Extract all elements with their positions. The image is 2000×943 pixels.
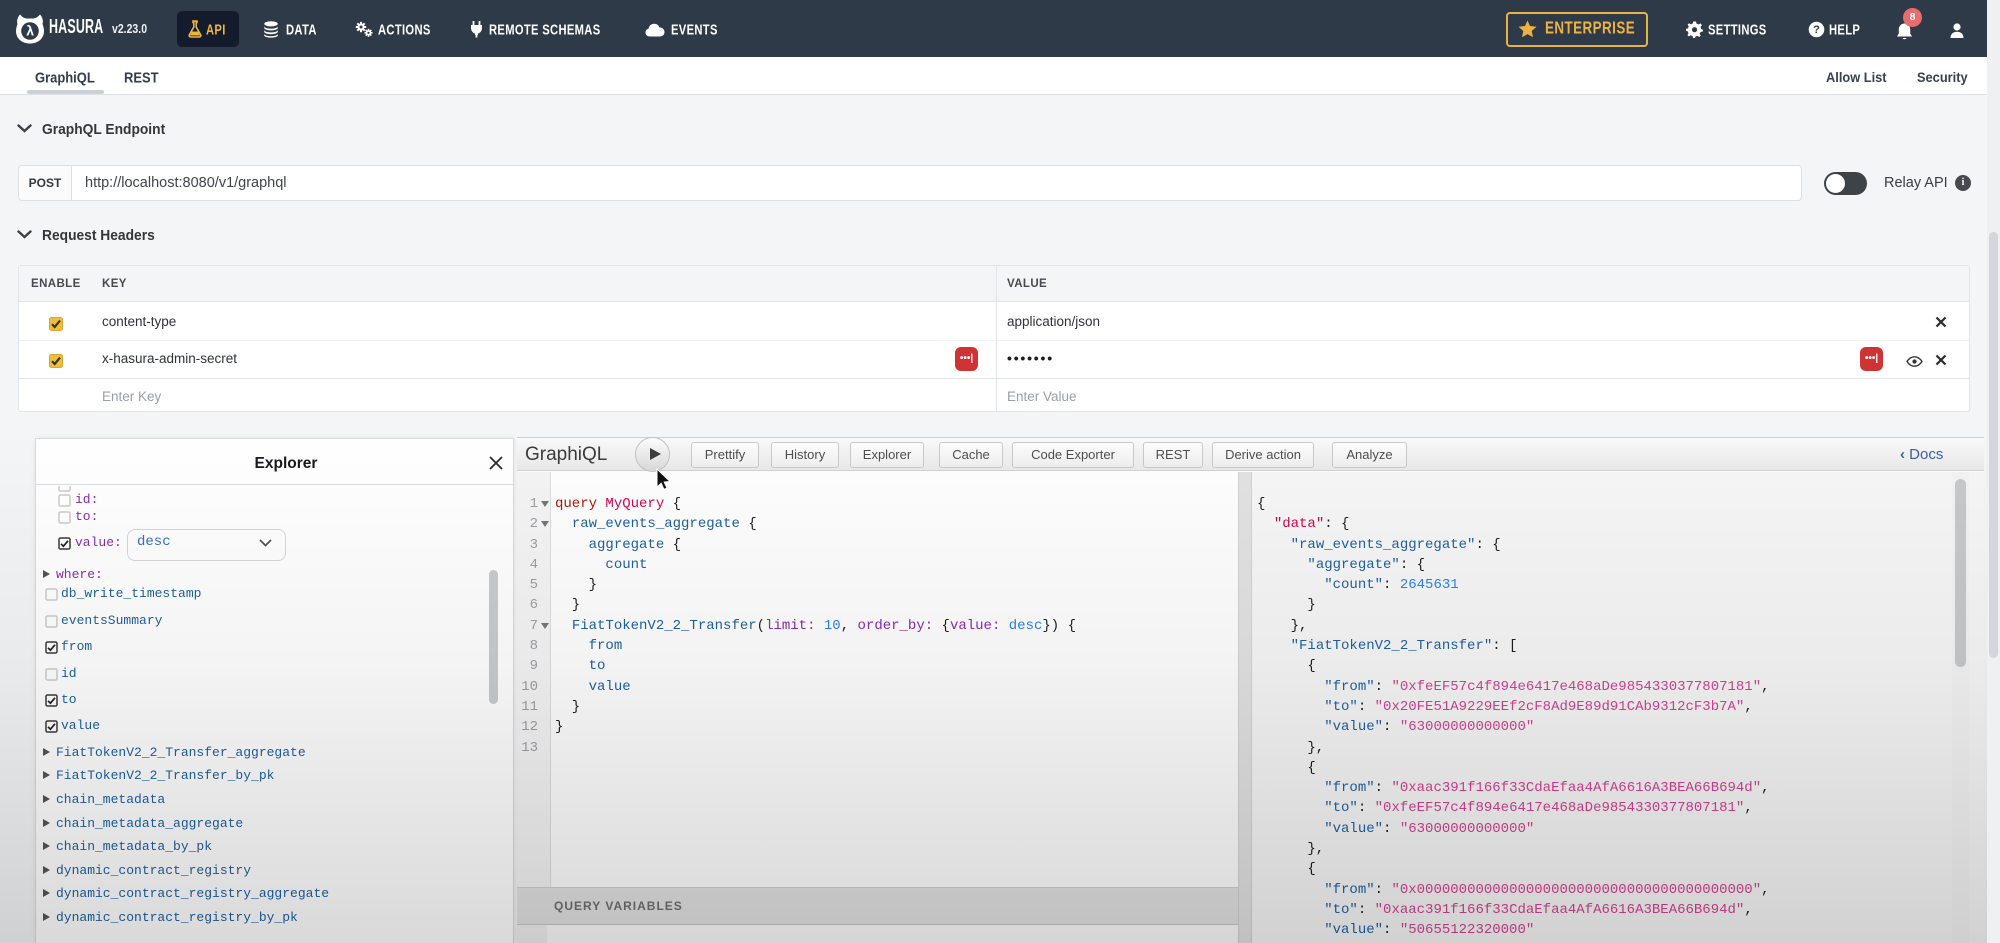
svg-text:?: ?	[1813, 24, 1820, 36]
svg-text:λ: λ	[26, 23, 34, 39]
